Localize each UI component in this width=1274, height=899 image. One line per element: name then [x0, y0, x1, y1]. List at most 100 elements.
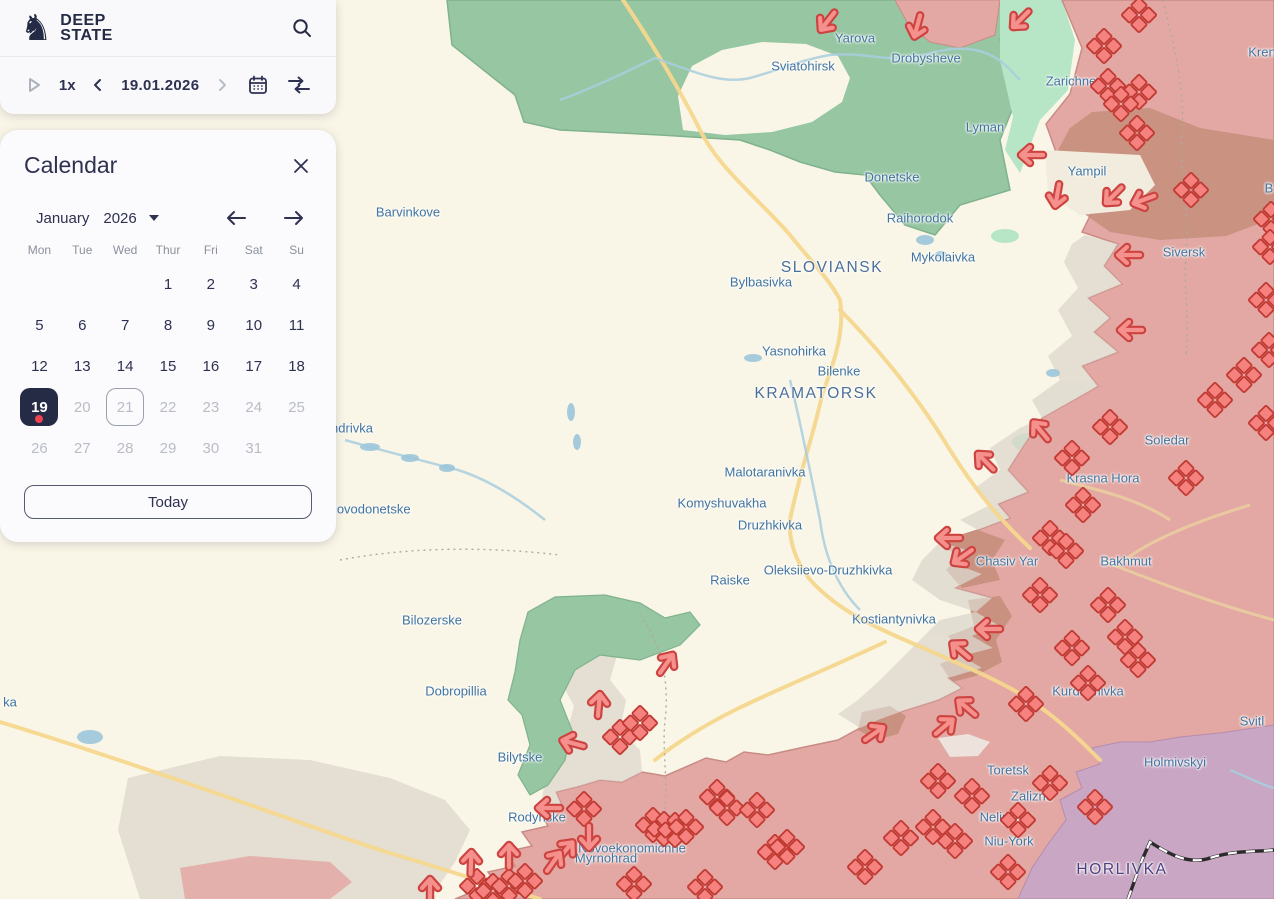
battle-marker[interactable]: [953, 777, 991, 815]
chevron-down-icon[interactable]: [148, 215, 159, 221]
battle-marker[interactable]: [1007, 685, 1045, 723]
playback-toolbar: 1x 19.01.2026: [0, 57, 336, 113]
battle-marker[interactable]: [615, 865, 653, 899]
attack-arrow[interactable]: [530, 795, 566, 821]
day-cell[interactable]: 23: [192, 388, 230, 426]
day-cell[interactable]: 11: [278, 306, 316, 344]
day-cell[interactable]: 6: [63, 306, 101, 344]
day-cell[interactable]: 28: [106, 429, 144, 467]
day-cell[interactable]: 7: [106, 306, 144, 344]
day-cell[interactable]: 2: [192, 265, 230, 303]
day-cell[interactable]: 1: [149, 265, 187, 303]
battle-marker[interactable]: [621, 704, 659, 742]
day-cell[interactable]: 13: [63, 347, 101, 385]
day-cell[interactable]: 3: [235, 265, 273, 303]
calendar-button[interactable]: [245, 72, 271, 98]
prev-day-button[interactable]: [88, 75, 108, 95]
battle-marker[interactable]: [989, 853, 1027, 891]
day-cell[interactable]: 18: [278, 347, 316, 385]
day-cell[interactable]: 9: [192, 306, 230, 344]
attack-arrow[interactable]: [1110, 242, 1146, 268]
app-header: ♞ DEEP STATE: [0, 0, 336, 57]
battle-marker[interactable]: [1172, 171, 1210, 209]
battle-marker[interactable]: [1031, 764, 1069, 802]
deepstate-map-app: Yarova Sviatohirsk Drobysheve Lyman Zarichne…: [0, 0, 1274, 899]
day-cell: [20, 265, 58, 303]
day-cell[interactable]: 31: [235, 429, 273, 467]
battle-marker[interactable]: [686, 868, 724, 899]
attack-arrow[interactable]: [584, 685, 613, 723]
battle-marker[interactable]: [846, 848, 884, 886]
day-cell[interactable]: 21: [106, 388, 145, 426]
day-cell[interactable]: 25: [278, 388, 316, 426]
month-select[interactable]: January: [36, 210, 89, 227]
battle-marker[interactable]: [1119, 641, 1157, 679]
attack-arrow[interactable]: [1112, 317, 1148, 343]
day-grid: 1 2 3 4 5 6 7 8 9 10 11 12 13 14 15 16 17 18 19 20 21 22 23 24 2…: [0, 265, 336, 467]
day-cell[interactable]: 8: [149, 306, 187, 344]
calendar-close-button[interactable]: [290, 155, 312, 177]
attack-arrow[interactable]: [457, 844, 484, 881]
day-cell[interactable]: 5: [20, 306, 58, 344]
day-cell[interactable]: 22: [149, 388, 187, 426]
battle-marker[interactable]: [738, 791, 776, 829]
battle-marker[interactable]: [1021, 576, 1059, 614]
battle-marker[interactable]: [768, 828, 806, 866]
year-select[interactable]: 2026: [103, 210, 136, 227]
day-cell[interactable]: 29: [149, 429, 187, 467]
battle-marker[interactable]: [936, 822, 974, 860]
battle-marker[interactable]: [1247, 404, 1274, 442]
attack-arrow[interactable]: [417, 871, 443, 899]
day-cell[interactable]: 12: [20, 347, 58, 385]
day-cell[interactable]: 19: [20, 388, 59, 426]
prev-month-button[interactable]: [222, 207, 250, 229]
play-button[interactable]: [22, 73, 46, 97]
next-day-button[interactable]: [212, 75, 232, 95]
attack-arrow[interactable]: [1013, 142, 1049, 168]
day-cell[interactable]: 4: [278, 265, 316, 303]
weekday-label: Thur: [155, 243, 181, 257]
day-cell[interactable]: 17: [235, 347, 273, 385]
speed-button[interactable]: 1x: [59, 77, 76, 94]
current-date[interactable]: 19.01.2026: [121, 77, 199, 94]
day-cell[interactable]: 20: [63, 388, 101, 426]
battle-marker[interactable]: [1196, 381, 1234, 419]
weekday-row: Mon Tue Wed Thur Fri Sat Su: [0, 243, 336, 257]
battle-marker[interactable]: [1091, 408, 1129, 446]
day-cell[interactable]: 16: [192, 347, 230, 385]
today-button[interactable]: Today: [24, 485, 312, 519]
battle-marker[interactable]: [1251, 228, 1274, 266]
attack-arrow[interactable]: [970, 616, 1006, 642]
battle-marker[interactable]: [1053, 629, 1091, 667]
day-cell[interactable]: 26: [20, 429, 58, 467]
attack-arrow[interactable]: [496, 837, 522, 873]
battle-marker[interactable]: [1118, 114, 1156, 152]
next-month-button[interactable]: [280, 207, 308, 229]
search-button[interactable]: [288, 14, 316, 42]
day-cell[interactable]: 30: [192, 429, 230, 467]
battle-marker[interactable]: [1120, 0, 1158, 34]
battle-marker[interactable]: [999, 801, 1037, 839]
day-cell[interactable]: 10: [235, 306, 273, 344]
battle-marker[interactable]: [1085, 27, 1123, 65]
battle-marker[interactable]: [919, 762, 957, 800]
day-cell[interactable]: 15: [149, 347, 187, 385]
chevron-right-icon: [214, 77, 230, 93]
top-panel: ♞ DEEP STATE 1x 19.01.2026: [0, 0, 336, 114]
battle-marker[interactable]: [1167, 459, 1205, 497]
battle-marker[interactable]: [1076, 788, 1114, 826]
battle-marker[interactable]: [1247, 281, 1274, 319]
battle-marker[interactable]: [882, 819, 920, 857]
battle-marker[interactable]: [1053, 439, 1091, 477]
battle-marker[interactable]: [1047, 532, 1085, 570]
battle-marker[interactable]: [1064, 486, 1102, 524]
day-cell[interactable]: 27: [63, 429, 101, 467]
compare-arrows-icon: [286, 74, 312, 96]
logo-text: DEEP STATE: [60, 11, 113, 44]
day-cell[interactable]: 14: [106, 347, 144, 385]
weekday-label: Mon: [27, 243, 52, 257]
battle-marker[interactable]: [1069, 664, 1107, 702]
day-cell[interactable]: 24: [235, 388, 273, 426]
compare-dates-button[interactable]: [284, 72, 314, 98]
deepstate-logo: ♞ DEEP STATE: [20, 10, 113, 46]
